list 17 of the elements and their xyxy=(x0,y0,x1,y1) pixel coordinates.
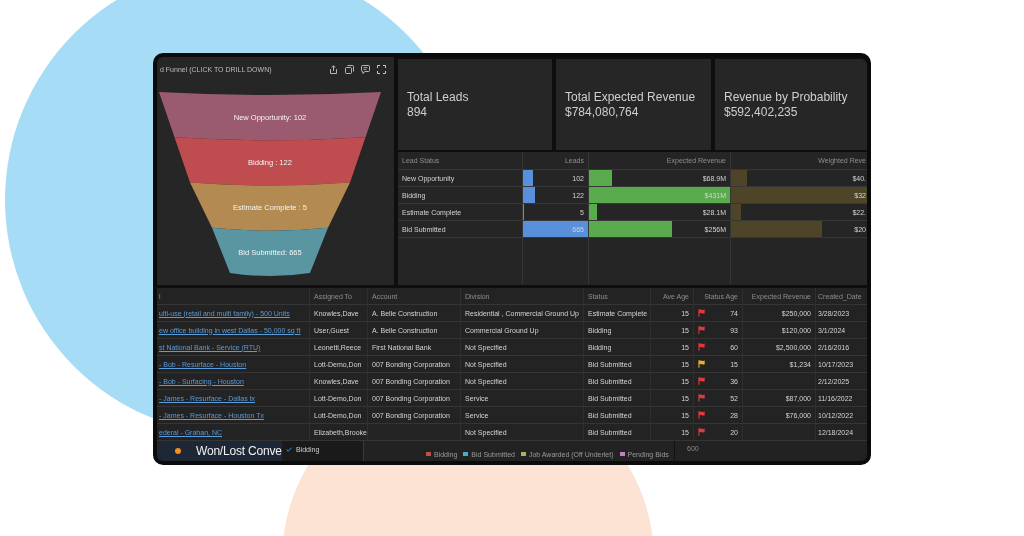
kpi-title: Revenue by Probability xyxy=(724,90,849,105)
kpi-title: Total Leads xyxy=(407,90,470,105)
dot-icon xyxy=(175,448,181,454)
funnel-slice[interactable] xyxy=(212,227,328,276)
kpi-title: Total Expected Revenue xyxy=(565,90,697,105)
kpi-value: $784,080,764 xyxy=(565,105,640,120)
copy-icon[interactable] xyxy=(345,64,354,74)
kpi-value: 894 xyxy=(407,105,429,120)
expand-icon[interactable] xyxy=(377,64,386,74)
kpi-value: $592,402,235 xyxy=(724,105,799,120)
funnel-slice[interactable] xyxy=(174,137,366,186)
check-icon xyxy=(286,446,292,452)
share-icon[interactable] xyxy=(329,64,338,74)
funnel-slice[interactable] xyxy=(190,182,350,231)
panel-title: Won/Lost Conve xyxy=(196,444,282,458)
comment-icon[interactable] xyxy=(361,64,370,74)
funnel-slice[interactable] xyxy=(159,92,381,141)
